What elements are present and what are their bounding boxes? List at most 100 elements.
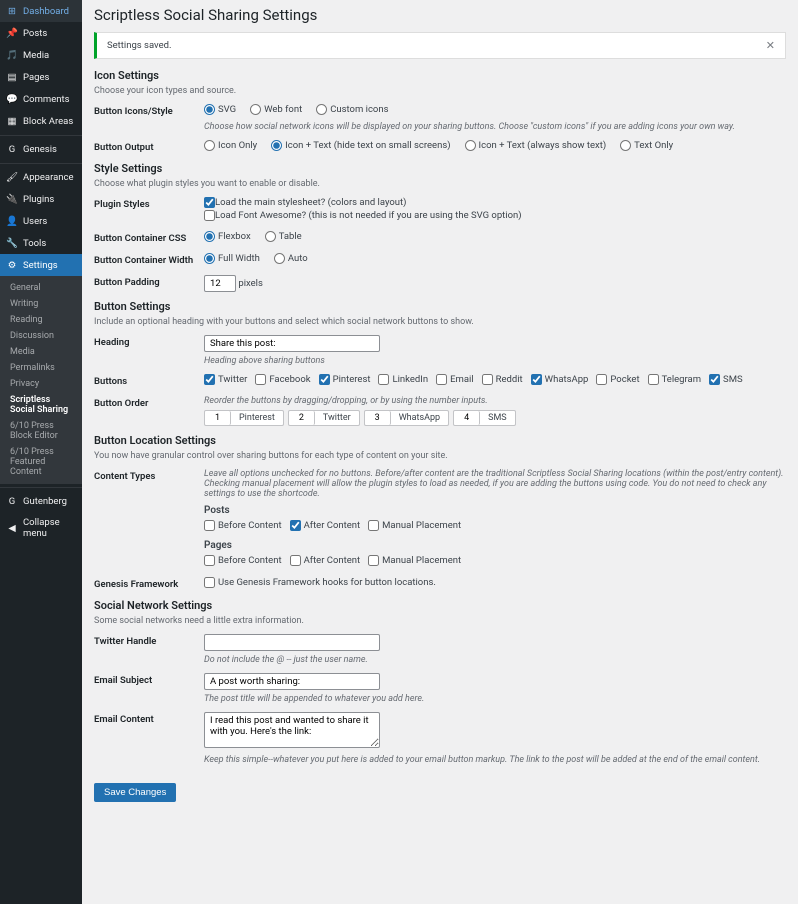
- sidebar-item-settings[interactable]: ⚙Settings: [0, 254, 82, 276]
- icon-output-radio[interactable]: [620, 140, 631, 151]
- share-button-checkbox[interactable]: [596, 374, 607, 385]
- button-padding-input[interactable]: [204, 275, 236, 292]
- container-width-radio[interactable]: [204, 253, 215, 264]
- icon-style-radio[interactable]: [316, 104, 327, 115]
- settings-sub-general[interactable]: General: [0, 280, 82, 296]
- sidebar-item-plugins[interactable]: 🔌Plugins: [0, 188, 82, 210]
- settings-sub-writing[interactable]: Writing: [0, 296, 82, 312]
- sidebar-item-appearance[interactable]: 🖌Appearance: [0, 163, 82, 188]
- sidebar-item-media[interactable]: 🎵Media: [0, 44, 82, 66]
- icon-style-option[interactable]: Web font: [250, 104, 302, 115]
- share-button-checkbox[interactable]: [319, 374, 330, 385]
- settings-sub-privacy[interactable]: Privacy: [0, 376, 82, 392]
- share-button-checkbox[interactable]: [531, 374, 542, 385]
- container-width-radio[interactable]: [274, 253, 285, 264]
- share-button-option[interactable]: Twitter: [204, 374, 247, 385]
- pages-location-checkbox[interactable]: [204, 555, 215, 566]
- sidebar-item-posts[interactable]: 📌Posts: [0, 22, 82, 44]
- button-order-item[interactable]: WhatsApp: [364, 410, 449, 426]
- pages-location-option[interactable]: After Content: [290, 555, 361, 566]
- twitter-handle-input[interactable]: [204, 634, 380, 651]
- button-order-item[interactable]: SMS: [453, 410, 516, 426]
- icon-style-option[interactable]: SVG: [204, 104, 236, 115]
- plugin-style-option[interactable]: Load Font Awesome? (this is not needed i…: [204, 210, 786, 221]
- sidebar-item-tools[interactable]: 🔧Tools: [0, 232, 82, 254]
- share-button-option[interactable]: Reddit: [482, 374, 523, 385]
- sidebar-item-comments[interactable]: 💬Comments: [0, 88, 82, 110]
- button-order-item[interactable]: Pinterest: [204, 410, 284, 426]
- sidebar-item-gutenberg[interactable]: GGutenberg: [0, 487, 82, 512]
- icon-output-radio[interactable]: [465, 140, 476, 151]
- share-button-checkbox[interactable]: [709, 374, 720, 385]
- posts-location-option[interactable]: Manual Placement: [368, 520, 461, 531]
- icon-output-radio[interactable]: [204, 140, 215, 151]
- email-subject-input[interactable]: [204, 673, 380, 690]
- heading-input[interactable]: [204, 335, 380, 352]
- icon-output-option[interactable]: Icon + Text (always show text): [465, 140, 607, 151]
- icon-output-radio[interactable]: [271, 140, 282, 151]
- container-css-option[interactable]: Flexbox: [204, 231, 251, 242]
- order-number-input[interactable]: [365, 411, 391, 425]
- posts-location-checkbox[interactable]: [290, 520, 301, 531]
- settings-sub-6-10-press-featured-content[interactable]: 6/10 Press Featured Content: [0, 444, 82, 480]
- plugin-style-option[interactable]: Load the main stylesheet? (colors and la…: [204, 197, 786, 208]
- sidebar-item-genesis[interactable]: GGenesis: [0, 135, 82, 160]
- order-number-input[interactable]: [205, 411, 231, 425]
- settings-sub-permalinks[interactable]: Permalinks: [0, 360, 82, 376]
- plugin-style-checkbox[interactable]: [204, 210, 215, 221]
- share-button-checkbox[interactable]: [648, 374, 659, 385]
- posts-location-option[interactable]: Before Content: [204, 520, 282, 531]
- icon-settings-heading: Icon Settings: [94, 69, 786, 82]
- share-button-option[interactable]: Telegram: [648, 374, 701, 385]
- save-changes-button[interactable]: Save Changes: [94, 783, 176, 802]
- plugin-style-checkbox[interactable]: [204, 197, 215, 208]
- pages-location-option[interactable]: Before Content: [204, 555, 282, 566]
- container-css-option[interactable]: Table: [265, 231, 302, 242]
- posts-location-option[interactable]: After Content: [290, 520, 361, 531]
- sidebar-item-users[interactable]: 👤Users: [0, 210, 82, 232]
- genesis-hooks-option[interactable]: Use Genesis Framework hooks for button l…: [204, 577, 436, 588]
- share-button-checkbox[interactable]: [482, 374, 493, 385]
- share-button-option[interactable]: Pocket: [596, 374, 639, 385]
- container-width-option[interactable]: Auto: [274, 253, 308, 264]
- icon-style-radio[interactable]: [204, 104, 215, 115]
- settings-sub-media[interactable]: Media: [0, 344, 82, 360]
- settings-sub-scriptless-social-sharing[interactable]: Scriptless Social Sharing: [0, 392, 82, 418]
- icon-style-option[interactable]: Custom icons: [316, 104, 388, 115]
- sidebar-item-collapse-menu[interactable]: ◀Collapse menu: [0, 512, 82, 544]
- icon-output-option[interactable]: Icon Only: [204, 140, 257, 151]
- share-button-option[interactable]: SMS: [709, 374, 743, 385]
- container-width-option[interactable]: Full Width: [204, 253, 260, 264]
- order-number-input[interactable]: [454, 411, 480, 425]
- pages-location-checkbox[interactable]: [368, 555, 379, 566]
- icon-output-option[interactable]: Icon + Text (hide text on small screens): [271, 140, 450, 151]
- icon-output-option[interactable]: Text Only: [620, 140, 673, 151]
- posts-location-checkbox[interactable]: [368, 520, 379, 531]
- pages-location-checkbox[interactable]: [290, 555, 301, 566]
- notice-dismiss-icon[interactable]: ✕: [766, 39, 775, 52]
- settings-sub-6-10-press-block-editor[interactable]: 6/10 Press Block Editor: [0, 418, 82, 444]
- sidebar-item-block-areas[interactable]: ▦Block Areas: [0, 110, 82, 132]
- sidebar-item-dashboard[interactable]: ⊞Dashboard: [0, 0, 82, 22]
- email-content-textarea[interactable]: I read this post and wanted to share it …: [204, 712, 380, 748]
- share-button-checkbox[interactable]: [436, 374, 447, 385]
- share-button-option[interactable]: Email: [436, 374, 474, 385]
- settings-sub-discussion[interactable]: Discussion: [0, 328, 82, 344]
- share-button-option[interactable]: WhatsApp: [531, 374, 589, 385]
- share-button-option[interactable]: LinkedIn: [378, 374, 428, 385]
- settings-sub-reading[interactable]: Reading: [0, 312, 82, 328]
- icon-style-radio[interactable]: [250, 104, 261, 115]
- share-button-checkbox[interactable]: [255, 374, 266, 385]
- order-number-input[interactable]: [289, 411, 315, 425]
- pages-location-option[interactable]: Manual Placement: [368, 555, 461, 566]
- share-button-checkbox[interactable]: [204, 374, 215, 385]
- posts-location-checkbox[interactable]: [204, 520, 215, 531]
- button-order-item[interactable]: Twitter: [288, 410, 360, 426]
- sidebar-item-pages[interactable]: ▤Pages: [0, 66, 82, 88]
- share-button-checkbox[interactable]: [378, 374, 389, 385]
- container-css-radio[interactable]: [265, 231, 276, 242]
- share-button-option[interactable]: Facebook: [255, 374, 310, 385]
- share-button-option[interactable]: Pinterest: [319, 374, 371, 385]
- genesis-hooks-checkbox[interactable]: [204, 577, 215, 588]
- container-css-radio[interactable]: [204, 231, 215, 242]
